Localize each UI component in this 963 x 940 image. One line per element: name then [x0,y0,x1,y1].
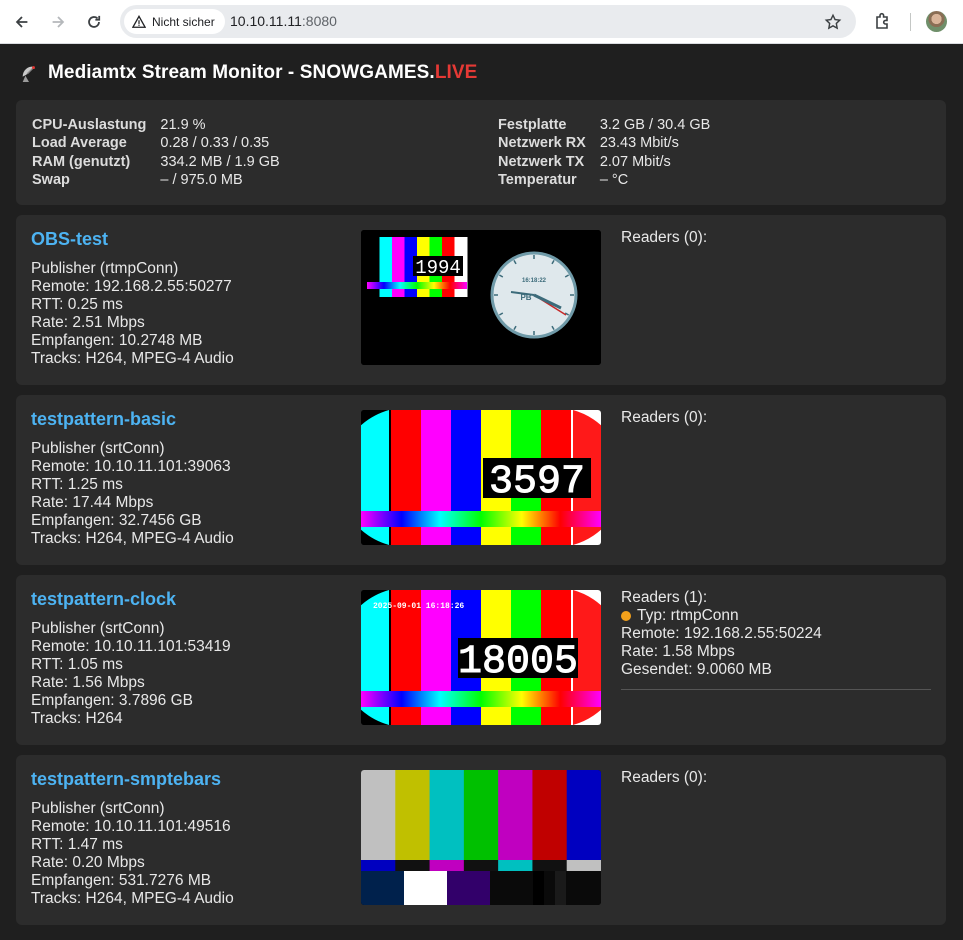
publisher-info-line: Remote: 10.10.11.101:53419 [31,638,231,655]
warning-icon [132,14,146,28]
forward-button[interactable] [45,9,71,35]
publisher-info-line: Rate: 0.20 Mbps [31,854,145,871]
readers-title: Readers (0): [621,229,708,246]
readers-title: Readers (1): [621,589,708,606]
readers-title: Readers (0): [621,769,708,786]
publisher-info-line: Remote: 10.10.11.101:49516 [31,818,231,835]
stream-card: testpattern-smptebars Publisher (srtConn)… [16,755,946,925]
readers-section: Readers (0): [621,769,931,787]
page-header: Mediamtx Stream Monitor - SNOWGAMES.LIVE [20,62,477,84]
publisher-info-line: Tracks: H264, MPEG-4 Audio [31,350,234,367]
publisher-info-line: Rate: 1.56 Mbps [31,674,145,691]
reader-remote: Remote: 192.168.2.55:50224 [621,625,822,642]
profile-avatar[interactable] [926,11,947,32]
publisher-info-line: Tracks: H264 [31,710,123,727]
stat-value: 3.2 GB / 30.4 GB [599,117,711,133]
publisher-info-line: Empfangen: 10.2748 MB [31,332,203,349]
stat-label: Swap [32,171,70,188]
publisher-info-line: Publisher (srtConn) [31,440,165,457]
publisher-info-line: Rate: 2.51 Mbps [31,314,145,331]
publisher-info-line: Remote: 10.10.11.101:39063 [31,458,231,475]
frame-timestamp: 2025-09-01 16:18:26 [373,602,464,611]
publisher-info-line: Tracks: H264, MPEG-4 Audio [31,890,234,907]
stat-value: 2.07 Mbit/s [599,153,671,170]
arrow-left-icon [15,16,28,28]
publisher-info: Publisher (srtConn) Remote: 10.10.11.101:… [31,440,234,548]
frame-counter: 18005 [458,640,578,685]
readers-section: Readers (0): [621,229,931,247]
stat-label: Temperatur [498,171,577,188]
system-stats-right: Festplatte 3.2 GB / 30.4 GB Netzwerk RX 23… [498,116,710,189]
publisher-info-line: Empfangen: 3.7896 GB [31,692,194,709]
clock-time: 16:18:22 [522,278,547,284]
bookmark-star-icon[interactable] [824,13,842,31]
security-label: Nicht sicher [152,14,215,29]
publisher-info-line: Empfangen: 531.7276 MB [31,872,212,889]
publisher-info-line: RTT: 1.25 ms [31,476,123,493]
reader-item: Typ: rtmpConn Remote: 192.168.2.55:50224 R… [621,607,931,690]
readers-section: Readers (1): Typ: rtmpConn Remote: 192.168… [621,589,931,690]
toolbar-divider [910,13,911,31]
frame-counter: 3597 [489,460,585,505]
reader-sent: Gesendet: 9.0060 MB [621,661,772,678]
stat-value: 0.28 / 0.33 / 0.35 [160,135,270,152]
stream-name-link[interactable]: OBS-test [31,229,108,250]
stat-value: 21.9 % [160,117,206,133]
stream-card: testpattern-clock Publisher (srtConn) Remo… [16,575,946,745]
url-text[interactable]: 10.10.11.11:8080 [230,5,337,38]
publisher-info-line: Publisher (srtConn) [31,620,165,637]
extensions-icon[interactable] [873,11,893,31]
stat-label: Netzwerk TX [498,153,585,170]
publisher-info-line: Rate: 17.44 Mbps [31,494,154,511]
publisher-info: Publisher (rtmpConn) Remote: 192.168.2.55… [31,260,234,368]
stat-value: – / 975.0 MB [160,171,243,188]
reader-divider [621,689,931,690]
publisher-info-line: Tracks: H264, MPEG-4 Audio [31,530,234,547]
arrow-right-icon [52,16,65,28]
publisher-info-line: RTT: 1.47 ms [31,836,123,853]
back-button[interactable] [9,9,35,35]
stream-thumbnail[interactable]: 3597 [361,410,601,545]
stat-label: Festplatte [498,117,567,133]
reader-type: Typ: rtmpConn [637,607,739,624]
publisher-info-line: RTT: 0.25 ms [31,296,123,313]
stream-card: OBS-test Publisher (rtmpConn) Remote: 192.… [16,215,946,385]
readers-section: Readers (0): [621,409,931,427]
stat-value: 23.43 Mbit/s [599,135,679,152]
publisher-info-line: Remote: 192.168.2.55:50277 [31,278,232,295]
publisher-info: Publisher (srtConn) Remote: 10.10.11.101:… [31,620,231,728]
publisher-info: Publisher (srtConn) Remote: 10.10.11.101:… [31,800,234,908]
stream-name-link[interactable]: testpattern-smptebars [31,769,221,790]
satellite-antenna-icon [22,66,35,82]
stream-thumbnail[interactable]: 18005 2025-09-01 16:18:26 [361,590,601,725]
browser-toolbar: Nicht sicher 10.10.11.11:8080 [0,0,963,44]
stream-thumbnail[interactable] [361,770,601,905]
frame-counter: 1994 [415,257,461,279]
readers-title: Readers (0): [621,409,708,426]
stat-label: RAM (genutzt) [32,153,131,170]
reload-icon [88,15,101,28]
stream-name-link[interactable]: testpattern-clock [31,589,176,610]
publisher-info-line: Publisher (rtmpConn) [31,260,179,277]
stream-name-link[interactable]: testpattern-basic [31,409,176,430]
stat-value: – °C [599,171,629,188]
reload-button[interactable] [81,9,107,35]
reader-rate: Rate: 1.58 Mbps [621,643,735,660]
security-chip[interactable]: Nicht sicher [124,9,225,34]
status-dot-icon [621,611,631,621]
stat-label: Netzwerk RX [498,135,586,152]
stat-label: Load Average [32,135,127,152]
publisher-info-line: RTT: 1.05 ms [31,656,123,673]
stat-label: CPU-Auslastung [32,117,147,133]
stream-card: testpattern-basic Publisher (srtConn) Remo… [16,395,946,565]
system-stats-panel: CPU-Auslastung 21.9 % Load Average 0.28 / … [16,100,946,205]
publisher-info-line: Publisher (srtConn) [31,800,165,817]
system-stats-left: CPU-Auslastung 21.9 % Load Average 0.28 / … [32,116,280,189]
stream-thumbnail[interactable]: 1994 16:18:22 PB [361,230,601,365]
address-bar[interactable]: Nicht sicher 10.10.11.11:8080 [120,5,856,38]
page-title: Mediamtx Stream Monitor - SNOWGAMES.LIVE [48,62,478,83]
stat-value: 334.2 MB / 1.9 GB [160,153,280,170]
publisher-info-line: Empfangen: 32.7456 GB [31,512,202,529]
